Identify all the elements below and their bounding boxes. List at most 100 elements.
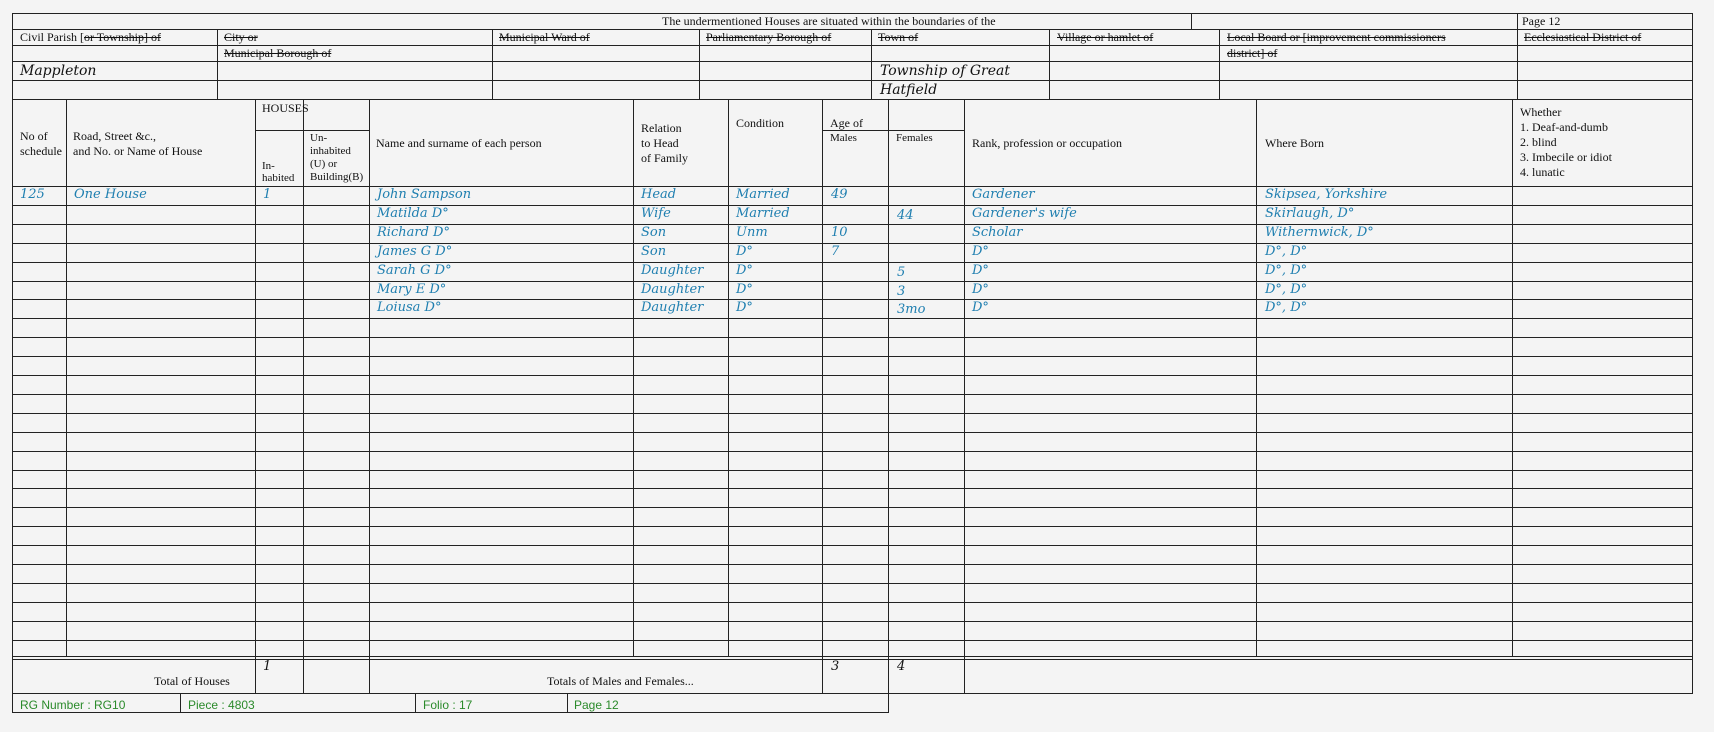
grid-line [728,99,729,657]
grid-line [888,693,889,713]
cell-occupation: D° [972,300,989,316]
col-road-1: Road, Street &c., [73,129,156,143]
col-females: Females [896,132,933,144]
cell-condition: D° [736,243,753,259]
cell-schedule: 125 [20,187,45,202]
grid-line [12,601,1693,603]
town-value-1: Township of Great [880,63,1010,79]
col-uninhabited-4: Building(B) [310,171,364,183]
cell-occupation: D° [972,262,989,278]
cell-occupation: D° [972,243,989,259]
cell-condition: Married [736,187,790,202]
cell-relation: Daughter [641,300,704,316]
footer-page: Page 12 [574,698,619,712]
grid-line [822,130,965,131]
col-houses: HOUSES [262,101,309,115]
cell-born: Withernwick, D° [1265,224,1374,240]
cell-road: One House [74,187,147,202]
col-whether-0: Whether [1520,105,1562,119]
total-houses-value: 1 [263,659,272,674]
total-males: 3 [831,659,840,674]
grid-line [822,99,823,657]
grid-line [415,693,416,713]
grid-line [369,656,370,694]
grid-line [12,564,1693,565]
grid-line [12,280,1693,282]
grid-line [12,412,1693,414]
grid-line [66,99,67,657]
grid-line [12,261,1693,263]
header-title: The undermentioned Houses are situated w… [662,14,996,28]
grid-line [12,204,1693,206]
col-whether-2: 2. blind [1520,135,1557,149]
grid-line [255,656,256,694]
village-label: Village or hamlet of [1057,30,1154,44]
cell-females: 44 [897,207,914,223]
cell-relation: Daughter [641,281,704,297]
grid-line [633,99,634,657]
total-houses-label: Total of Houses [154,674,230,688]
cell-born: D°, D° [1265,281,1308,297]
cell-occupation: Scholar [972,224,1023,240]
col-relation-2: to Head [641,136,679,150]
cell-relation: Head [641,187,677,202]
cell-name: Sarah G D° [377,262,452,278]
grid-line [12,299,1693,301]
grid-line [1517,13,1518,30]
col-uninhabited-2: inhabited [310,145,351,157]
grid-line [12,431,1693,433]
col-whether-4: 4. lunatic [1520,165,1565,179]
col-inhabited-2: habited [262,172,295,184]
grid-line [12,318,1693,320]
cell-males: 7 [831,243,840,259]
grid-line [567,693,568,713]
cell-born: D°, D° [1265,262,1308,278]
grid-line [12,656,1693,657]
town-label: Town of [878,30,919,44]
col-condition: Condition [736,116,785,130]
col-relation-3: of Family [641,151,688,165]
grid-line [12,13,13,694]
col-whether-3: 3. Imbecile or idiot [1520,150,1612,164]
grid-line [12,356,1693,358]
city-label: City or [224,30,258,44]
cell-occupation: D° [972,281,989,297]
grid-line [12,526,1693,528]
grid-line [888,656,889,694]
municipal-ward-label: Municipal Ward of [499,30,590,44]
grid-line [12,620,1693,622]
grid-line [12,488,1693,490]
totals-persons-label: Totals of Males and Females... [547,674,694,688]
grid-line [12,375,1693,376]
grid-line [303,99,304,657]
grid-line [871,29,872,100]
grid-line [888,99,889,657]
cell-males: 10 [831,224,848,240]
cell-relation: Son [641,224,667,240]
cell-males: 49 [831,187,848,202]
local-board-label: Local Board or [improvement commissioner… [1227,30,1446,44]
civil-parish-value: Mappleton [20,63,97,79]
footer-piece: Piece : 4803 [188,698,255,712]
grid-line [1049,29,1050,100]
grid-line [12,582,1693,584]
grid-line [217,29,218,100]
footer-rg: RG Number : RG10 [20,698,126,712]
grid-line [12,223,1693,225]
col-age-of: Age of [830,116,863,130]
col-schedule-1: No of [20,129,48,143]
cell-condition: D° [736,281,753,297]
col-where-born: Where Born [1265,136,1324,150]
cell-occupation: Gardener's wife [972,205,1077,221]
grid-line [12,99,1693,100]
cell-born: D°, D° [1265,243,1308,259]
cell-name: Mary E D° [377,281,447,297]
grid-line [180,693,181,713]
grid-line [255,130,370,131]
local-board-label-2: district] of [1227,46,1278,60]
cell-inhabited: 1 [263,187,272,202]
grid-line [1517,29,1518,100]
grid-line [12,337,1693,339]
grid-line [1219,29,1220,100]
grid-line [12,242,1693,244]
